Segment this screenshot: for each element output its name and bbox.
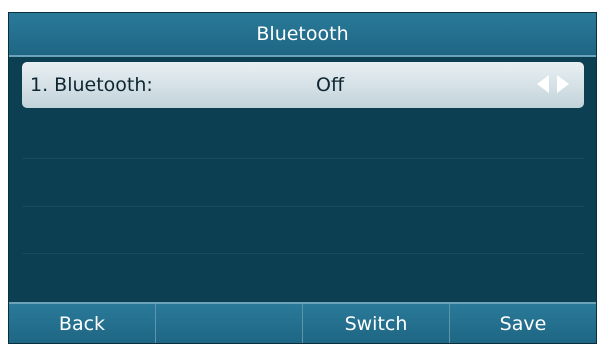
list-item-label: 1. Bluetooth:	[30, 74, 153, 96]
empty-softkey[interactable]	[156, 304, 303, 343]
list-item-bluetooth[interactable]: 1. Bluetooth: Off	[22, 62, 584, 108]
row-divider	[22, 206, 584, 207]
back-softkey[interactable]: Back	[9, 304, 156, 343]
triangle-right-icon[interactable]	[557, 75, 569, 93]
row-divider	[22, 158, 584, 159]
page-title: Bluetooth	[256, 23, 349, 45]
save-softkey[interactable]: Save	[450, 304, 596, 343]
row-divider	[22, 253, 584, 254]
value-switcher[interactable]	[537, 75, 569, 93]
switch-softkey[interactable]: Switch	[303, 304, 450, 343]
phone-screen: Bluetooth 1. Bluetooth: Off Back Switch …	[8, 12, 597, 344]
triangle-left-icon[interactable]	[537, 75, 549, 93]
softkey-bar: Back Switch Save	[9, 302, 596, 343]
list-item-value: Off	[316, 74, 345, 96]
title-bar: Bluetooth	[9, 13, 596, 57]
settings-list: 1. Bluetooth: Off	[9, 57, 596, 304]
